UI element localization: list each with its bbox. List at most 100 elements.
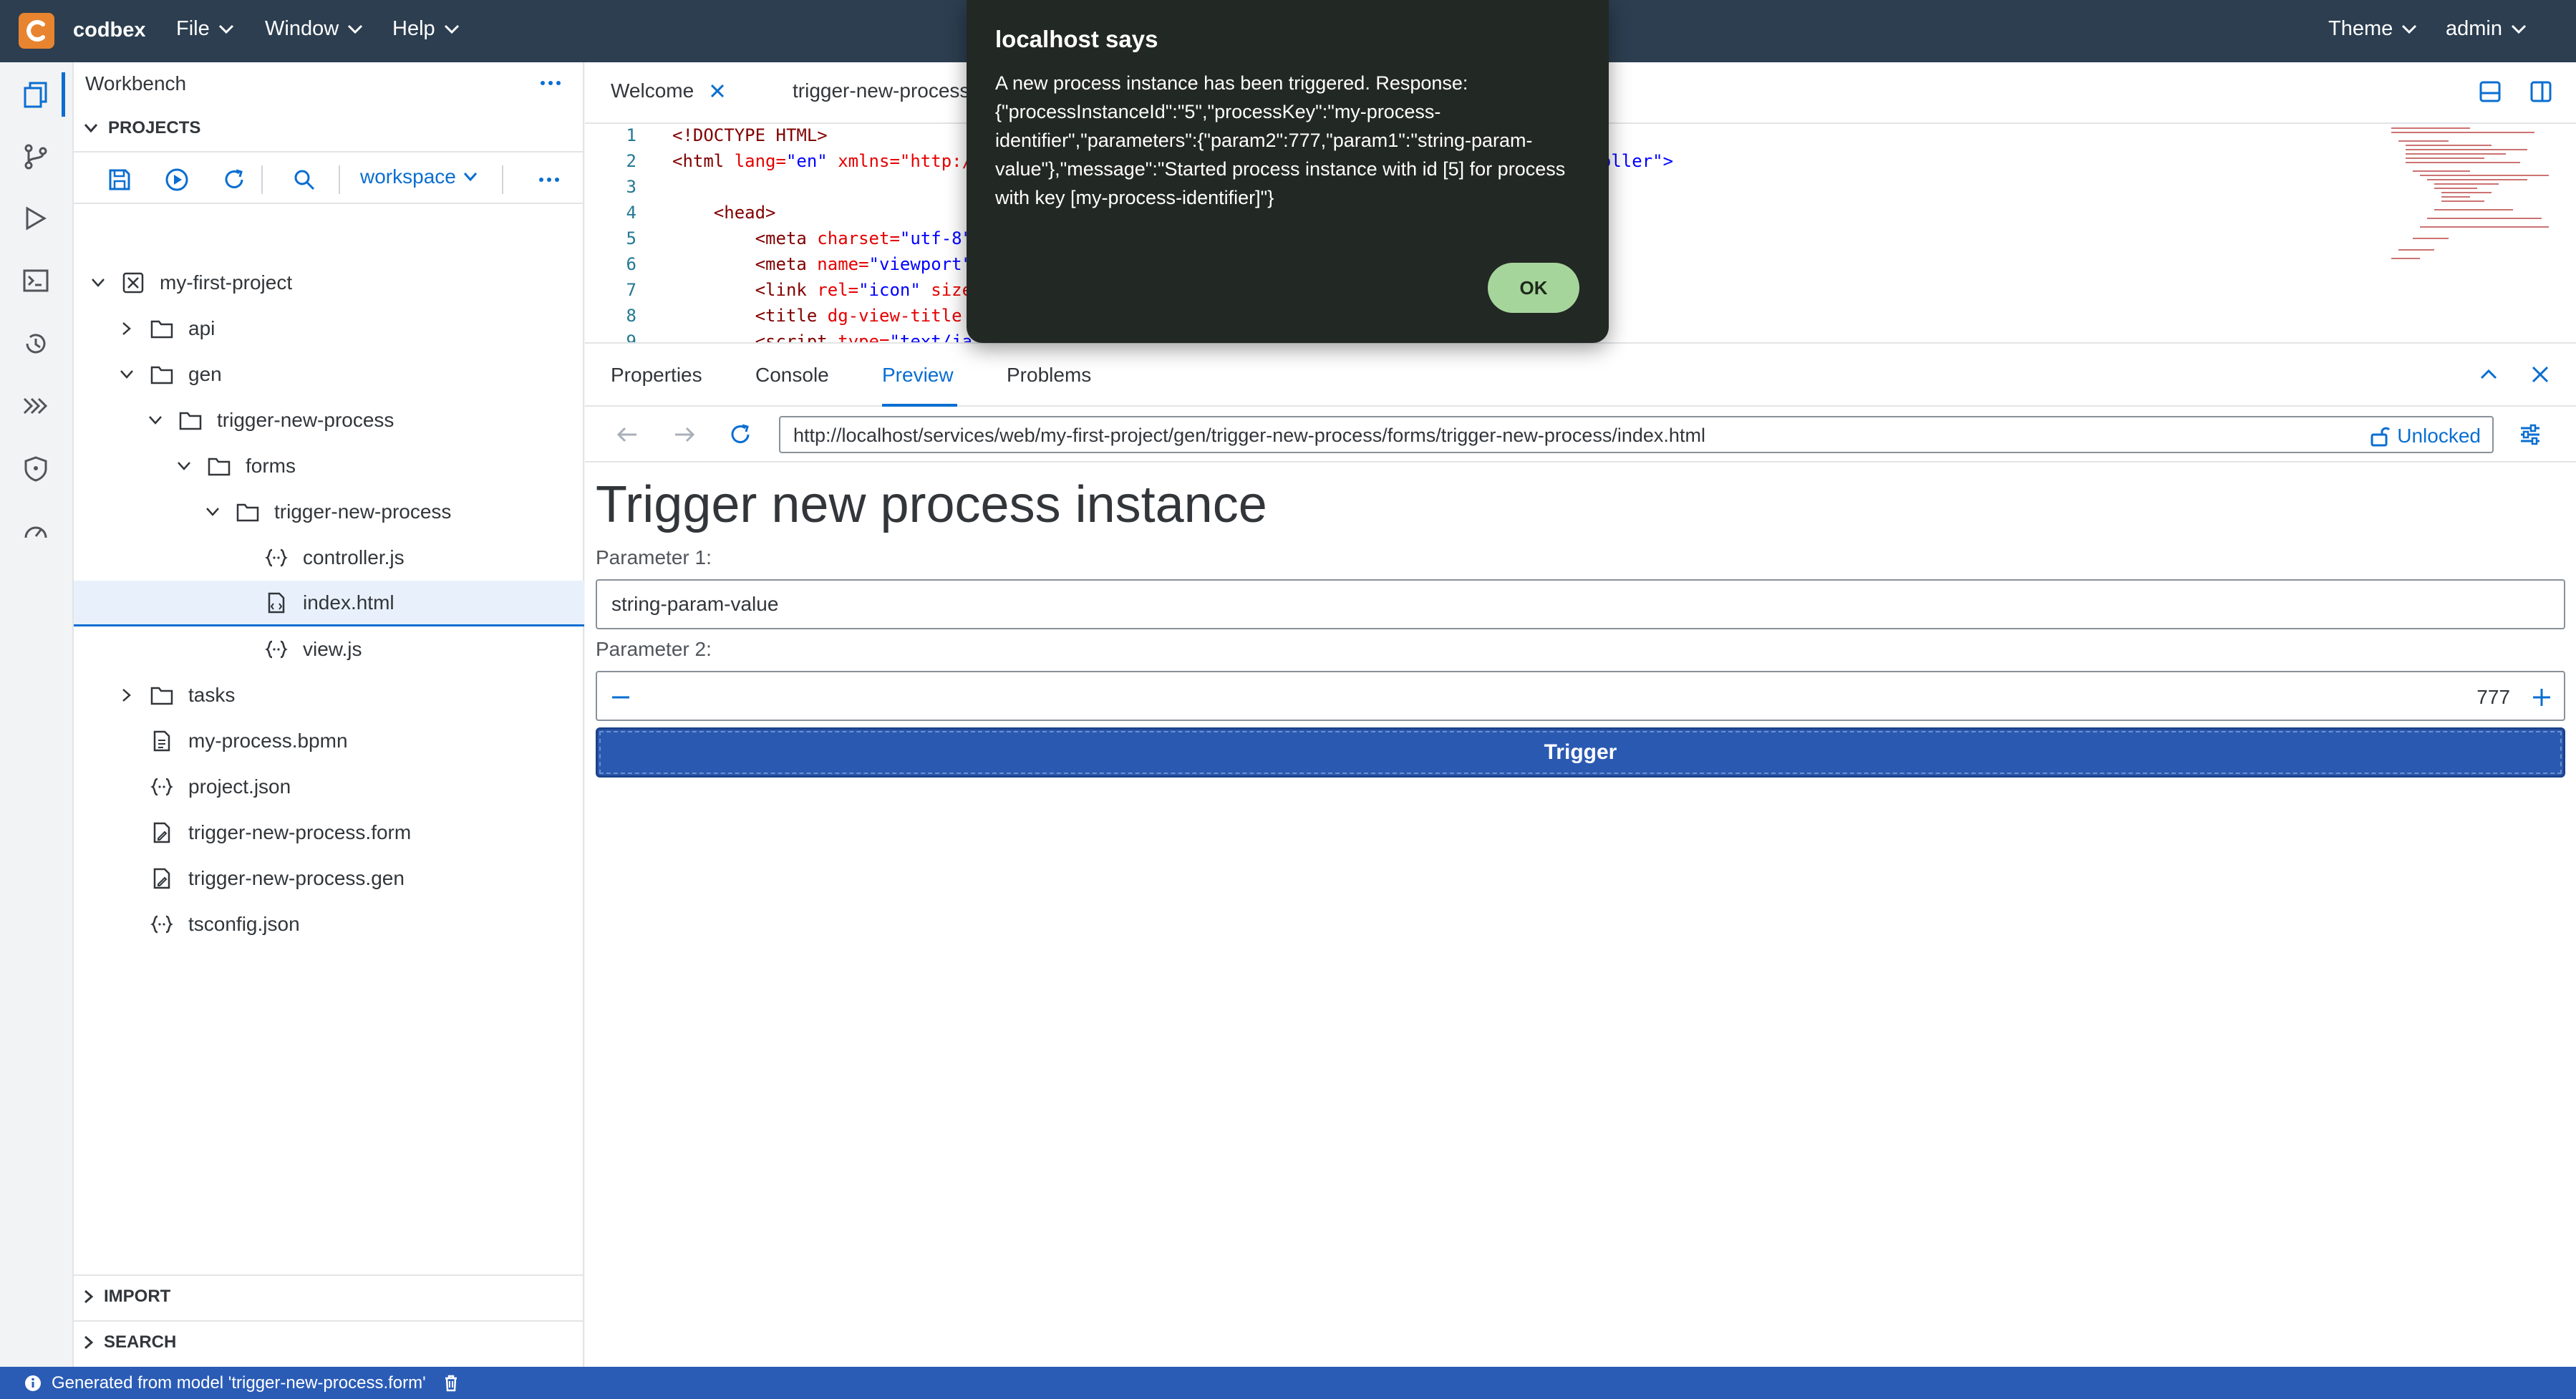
- workspace-select[interactable]: workspace: [360, 165, 478, 188]
- chevron-down-icon: [463, 172, 478, 182]
- tree-item[interactable]: view.js: [74, 626, 584, 672]
- plus-icon[interactable]: [2531, 687, 2552, 708]
- tree-item[interactable]: tasks: [74, 672, 584, 718]
- workspace-select-label: workspace: [360, 165, 456, 188]
- git-branch-icon[interactable]: [16, 137, 56, 177]
- projects-section-header[interactable]: PROJECTS: [74, 107, 584, 150]
- maximize-panel-icon[interactable]: [2478, 364, 2499, 385]
- code-file-icon: [264, 546, 289, 570]
- tree-item-label: trigger-new-process.form: [188, 821, 412, 843]
- tab-trigger-new-process[interactable]: trigger-new-process: [793, 79, 969, 102]
- parameter-1-input[interactable]: [596, 579, 2565, 629]
- chevron-down-icon[interactable]: [174, 456, 194, 476]
- projects-section-label: PROJECTS: [108, 118, 201, 137]
- more-options-icon[interactable]: [535, 165, 563, 194]
- reload-icon[interactable]: [728, 422, 752, 447]
- save-icon[interactable]: [105, 165, 134, 194]
- code-text: <meta name="viewport": [672, 254, 973, 274]
- security-shield-icon[interactable]: [16, 449, 56, 489]
- tree-item[interactable]: api: [74, 306, 584, 352]
- tree-item[interactable]: my-process.bpmn: [74, 718, 584, 764]
- dialog-title: localhost says: [995, 26, 1158, 52]
- tree-item[interactable]: controller.js: [74, 535, 584, 581]
- folder-icon: [207, 454, 231, 478]
- tab-preview[interactable]: Preview: [882, 364, 954, 387]
- tree-item[interactable]: tsconfig.json: [74, 901, 584, 947]
- tree-item[interactable]: trigger-new-process: [74, 489, 584, 535]
- html-file-icon: [264, 591, 289, 615]
- minus-icon[interactable]: [610, 687, 631, 708]
- folder-icon: [150, 316, 174, 341]
- document-file-icon: [150, 729, 174, 753]
- terminal-icon[interactable]: [16, 261, 56, 301]
- chevron-right-icon[interactable]: [117, 319, 137, 339]
- tree-item[interactable]: trigger-new-process.form: [74, 810, 584, 856]
- toolbar-divider: [339, 165, 340, 194]
- search-section-header[interactable]: SEARCH: [74, 1320, 584, 1363]
- tree-item[interactable]: trigger-new-process: [74, 397, 584, 443]
- code-text: <script type="text/ja: [672, 331, 973, 342]
- forward-arrow-icon[interactable]: [672, 422, 697, 447]
- unlocked-toggle[interactable]: Unlocked: [2370, 425, 2481, 447]
- close-panel-icon[interactable]: [2529, 364, 2551, 385]
- chevron-down-icon[interactable]: [145, 410, 165, 430]
- url-input[interactable]: http://localhost/services/web/my-first-p…: [779, 416, 2494, 453]
- tab-console[interactable]: Console: [755, 364, 829, 387]
- dashboard-gauge-icon[interactable]: [16, 512, 56, 552]
- refresh-icon[interactable]: [220, 165, 248, 194]
- activity-bar: [0, 62, 74, 1367]
- help-menu[interactable]: Help: [392, 17, 460, 41]
- tree-item-label: trigger-new-process: [217, 409, 394, 431]
- bottom-panel-tab-bar: Properties Console Preview Problems: [585, 342, 2576, 407]
- trash-icon[interactable]: [443, 1375, 459, 1392]
- tree-item-label: forms: [246, 455, 296, 477]
- parameter-1-label: Parameter 1:: [596, 546, 712, 568]
- more-options-icon[interactable]: [538, 71, 563, 95]
- tree-item[interactable]: index.html: [74, 581, 584, 626]
- close-icon[interactable]: [710, 83, 725, 99]
- import-section-header[interactable]: IMPORT: [74, 1274, 584, 1317]
- history-icon[interactable]: [16, 324, 56, 364]
- workbench-sidebar: Workbench PROJECTS workspace my-first-pr…: [74, 62, 584, 1367]
- chevron-down-icon: [444, 24, 460, 34]
- tree-item[interactable]: project.json: [74, 764, 584, 810]
- window-menu[interactable]: Window: [265, 17, 363, 41]
- chevron-right-icon[interactable]: [117, 685, 137, 705]
- tab-problems[interactable]: Problems: [1007, 364, 1091, 387]
- file-menu[interactable]: File: [176, 17, 234, 41]
- toolbar-divider: [261, 165, 263, 194]
- search-icon[interactable]: [290, 165, 319, 194]
- back-arrow-icon[interactable]: [615, 422, 639, 447]
- tab-welcome[interactable]: Welcome: [611, 79, 725, 102]
- tab-properties[interactable]: Properties: [611, 364, 702, 387]
- debug-icon[interactable]: [16, 198, 56, 238]
- parameter-2-value[interactable]: 777: [2476, 686, 2510, 709]
- chevron-right-icon: [84, 1289, 94, 1304]
- toolbar-divider: [502, 165, 503, 194]
- run-icon[interactable]: [163, 165, 191, 194]
- ok-button[interactable]: OK: [1488, 263, 1579, 313]
- code-file-icon: [150, 912, 174, 936]
- user-menu[interactable]: admin: [2446, 17, 2527, 41]
- codbex-logo-icon[interactable]: [19, 13, 54, 49]
- form-title: Trigger new process instance: [596, 476, 1267, 533]
- tree-item[interactable]: forms: [74, 443, 584, 489]
- explorer-icon[interactable]: [16, 74, 56, 115]
- chevron-down-icon[interactable]: [203, 502, 223, 522]
- tree-item[interactable]: gen: [74, 352, 584, 397]
- preview-settings-sliders-icon[interactable]: [2518, 422, 2542, 447]
- tree-item[interactable]: my-first-project: [74, 260, 584, 306]
- parameter-2-stepper[interactable]: 777: [596, 671, 2565, 721]
- trigger-button[interactable]: Trigger: [596, 727, 2565, 778]
- code-minimap[interactable]: [2384, 124, 2556, 281]
- chevron-down-icon[interactable]: [88, 273, 108, 293]
- tree-item[interactable]: trigger-new-process.gen: [74, 856, 584, 901]
- pipeline-icon[interactable]: [16, 386, 56, 426]
- line-number: 1: [626, 125, 636, 145]
- theme-menu[interactable]: Theme: [2328, 17, 2417, 41]
- unlocked-label: Unlocked: [2397, 425, 2481, 447]
- split-horizontal-icon[interactable]: [2478, 79, 2502, 104]
- line-number: 2: [626, 151, 636, 171]
- split-vertical-icon[interactable]: [2529, 79, 2553, 104]
- chevron-down-icon[interactable]: [117, 364, 137, 384]
